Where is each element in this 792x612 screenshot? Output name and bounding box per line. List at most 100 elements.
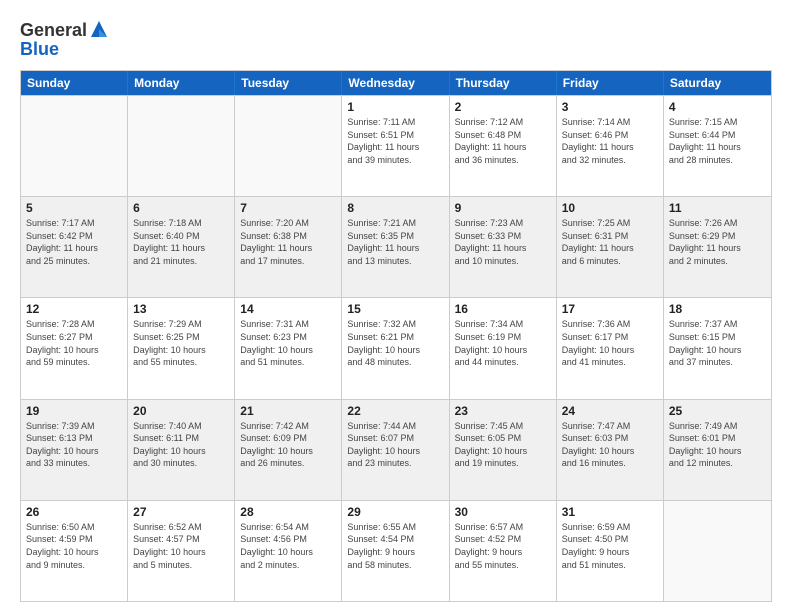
cell-info: Sunrise: 6:59 AM Sunset: 4:50 PM Dayligh… — [562, 521, 658, 571]
cell-info: Sunrise: 7:40 AM Sunset: 6:11 PM Dayligh… — [133, 420, 229, 470]
calendar-cell-0-0 — [21, 96, 128, 196]
calendar-cell-4-4: 30 Sunrise: 6:57 AM Sunset: 4:52 PM Dayli… — [450, 501, 557, 601]
calendar-header-friday: Friday — [557, 71, 664, 95]
cell-info: Sunrise: 7:34 AM Sunset: 6:19 PM Dayligh… — [455, 318, 551, 368]
cell-info: Sunrise: 7:25 AM Sunset: 6:31 PM Dayligh… — [562, 217, 658, 267]
calendar-cell-2-0: 12 Sunrise: 7:28 AM Sunset: 6:27 PM Dayli… — [21, 298, 128, 398]
cell-info: Sunrise: 7:11 AM Sunset: 6:51 PM Dayligh… — [347, 116, 443, 166]
cell-info: Sunrise: 6:57 AM Sunset: 4:52 PM Dayligh… — [455, 521, 551, 571]
day-number: 4 — [669, 100, 766, 114]
calendar-cell-3-1: 20 Sunrise: 7:40 AM Sunset: 6:11 PM Dayli… — [128, 400, 235, 500]
logo-icon — [89, 19, 109, 41]
calendar-cell-2-2: 14 Sunrise: 7:31 AM Sunset: 6:23 PM Dayli… — [235, 298, 342, 398]
calendar: SundayMondayTuesdayWednesdayThursdayFrid… — [20, 70, 772, 602]
calendar-cell-0-4: 2 Sunrise: 7:12 AM Sunset: 6:48 PM Daylig… — [450, 96, 557, 196]
day-number: 20 — [133, 404, 229, 418]
calendar-header-thursday: Thursday — [450, 71, 557, 95]
calendar-cell-0-6: 4 Sunrise: 7:15 AM Sunset: 6:44 PM Daylig… — [664, 96, 771, 196]
calendar-cell-4-2: 28 Sunrise: 6:54 AM Sunset: 4:56 PM Dayli… — [235, 501, 342, 601]
calendar-cell-4-3: 29Sunrise: 6:55 AM Sunset: 4:54 PM Dayli… — [342, 501, 449, 601]
calendar-cell-1-3: 8Sunrise: 7:21 AM Sunset: 6:35 PM Daylig… — [342, 197, 449, 297]
calendar-row-3: 19Sunrise: 7:39 AM Sunset: 6:13 PM Dayli… — [21, 399, 771, 500]
calendar-header-monday: Monday — [128, 71, 235, 95]
calendar-cell-4-6 — [664, 501, 771, 601]
day-number: 6 — [133, 201, 229, 215]
calendar-cell-1-6: 11 Sunrise: 7:26 AM Sunset: 6:29 PM Dayli… — [664, 197, 771, 297]
calendar-cell-3-5: 24Sunrise: 7:47 AM Sunset: 6:03 PM Dayli… — [557, 400, 664, 500]
cell-info: Sunrise: 7:14 AM Sunset: 6:46 PM Dayligh… — [562, 116, 658, 166]
day-number: 16 — [455, 302, 551, 316]
cell-info: Sunrise: 7:17 AM Sunset: 6:42 PM Dayligh… — [26, 217, 122, 267]
calendar-cell-1-4: 9 Sunrise: 7:23 AM Sunset: 6:33 PM Daylig… — [450, 197, 557, 297]
day-number: 11 — [669, 201, 766, 215]
calendar-cell-2-4: 16 Sunrise: 7:34 AM Sunset: 6:19 PM Dayli… — [450, 298, 557, 398]
calendar-cell-2-1: 13 Sunrise: 7:29 AM Sunset: 6:25 PM Dayli… — [128, 298, 235, 398]
calendar-cell-3-2: 21 Sunrise: 7:42 AM Sunset: 6:09 PM Dayli… — [235, 400, 342, 500]
cell-info: Sunrise: 6:54 AM Sunset: 4:56 PM Dayligh… — [240, 521, 336, 571]
calendar-cell-1-0: 5 Sunrise: 7:17 AM Sunset: 6:42 PM Daylig… — [21, 197, 128, 297]
day-number: 9 — [455, 201, 551, 215]
day-number: 27 — [133, 505, 229, 519]
calendar-cell-1-5: 10 Sunrise: 7:25 AM Sunset: 6:31 PM Dayli… — [557, 197, 664, 297]
calendar-cell-0-2 — [235, 96, 342, 196]
calendar-header-saturday: Saturday — [664, 71, 771, 95]
calendar-cell-0-5: 3 Sunrise: 7:14 AM Sunset: 6:46 PM Daylig… — [557, 96, 664, 196]
calendar-row-2: 12 Sunrise: 7:28 AM Sunset: 6:27 PM Dayli… — [21, 297, 771, 398]
cell-info: Sunrise: 7:20 AM Sunset: 6:38 PM Dayligh… — [240, 217, 336, 267]
cell-info: Sunrise: 7:23 AM Sunset: 6:33 PM Dayligh… — [455, 217, 551, 267]
calendar-header-wednesday: Wednesday — [342, 71, 449, 95]
day-number: 17 — [562, 302, 658, 316]
cell-info: Sunrise: 7:49 AM Sunset: 6:01 PM Dayligh… — [669, 420, 766, 470]
cell-info: Sunrise: 7:12 AM Sunset: 6:48 PM Dayligh… — [455, 116, 551, 166]
day-number: 5 — [26, 201, 122, 215]
cell-info: Sunrise: 7:18 AM Sunset: 6:40 PM Dayligh… — [133, 217, 229, 267]
calendar-cell-2-6: 18Sunrise: 7:37 AM Sunset: 6:15 PM Dayli… — [664, 298, 771, 398]
calendar-cell-3-3: 22 Sunrise: 7:44 AM Sunset: 6:07 PM Dayli… — [342, 400, 449, 500]
logo-blue-text: Blue — [20, 39, 109, 60]
day-number: 24 — [562, 404, 658, 418]
cell-info: Sunrise: 7:44 AM Sunset: 6:07 PM Dayligh… — [347, 420, 443, 470]
cell-info: Sunrise: 7:39 AM Sunset: 6:13 PM Dayligh… — [26, 420, 122, 470]
calendar-cell-4-1: 27 Sunrise: 6:52 AM Sunset: 4:57 PM Dayli… — [128, 501, 235, 601]
day-number: 12 — [26, 302, 122, 316]
cell-info: Sunrise: 7:26 AM Sunset: 6:29 PM Dayligh… — [669, 217, 766, 267]
day-number: 2 — [455, 100, 551, 114]
cell-info: Sunrise: 7:15 AM Sunset: 6:44 PM Dayligh… — [669, 116, 766, 166]
day-number: 3 — [562, 100, 658, 114]
calendar-cell-1-2: 7Sunrise: 7:20 AM Sunset: 6:38 PM Daylig… — [235, 197, 342, 297]
cell-info: Sunrise: 7:42 AM Sunset: 6:09 PM Dayligh… — [240, 420, 336, 470]
cell-info: Sunrise: 7:29 AM Sunset: 6:25 PM Dayligh… — [133, 318, 229, 368]
cell-info: Sunrise: 7:45 AM Sunset: 6:05 PM Dayligh… — [455, 420, 551, 470]
calendar-header-row: SundayMondayTuesdayWednesdayThursdayFrid… — [21, 71, 771, 95]
calendar-cell-3-6: 25Sunrise: 7:49 AM Sunset: 6:01 PM Dayli… — [664, 400, 771, 500]
day-number: 10 — [562, 201, 658, 215]
day-number: 28 — [240, 505, 336, 519]
day-number: 8 — [347, 201, 443, 215]
calendar-header-sunday: Sunday — [21, 71, 128, 95]
day-number: 21 — [240, 404, 336, 418]
day-number: 13 — [133, 302, 229, 316]
calendar-row-0: 1Sunrise: 7:11 AM Sunset: 6:51 PM Daylig… — [21, 95, 771, 196]
calendar-row-4: 26Sunrise: 6:50 AM Sunset: 4:59 PM Dayli… — [21, 500, 771, 601]
cell-info: Sunrise: 7:28 AM Sunset: 6:27 PM Dayligh… — [26, 318, 122, 368]
page: General Blue SundayMondayTuesdayWednesda… — [0, 0, 792, 612]
day-number: 18 — [669, 302, 766, 316]
calendar-cell-2-3: 15 Sunrise: 7:32 AM Sunset: 6:21 PM Dayli… — [342, 298, 449, 398]
cell-info: Sunrise: 7:32 AM Sunset: 6:21 PM Dayligh… — [347, 318, 443, 368]
calendar-cell-4-0: 26Sunrise: 6:50 AM Sunset: 4:59 PM Dayli… — [21, 501, 128, 601]
header: General Blue — [20, 16, 772, 60]
calendar-cell-2-5: 17Sunrise: 7:36 AM Sunset: 6:17 PM Dayli… — [557, 298, 664, 398]
calendar-row-1: 5 Sunrise: 7:17 AM Sunset: 6:42 PM Daylig… — [21, 196, 771, 297]
cell-info: Sunrise: 6:52 AM Sunset: 4:57 PM Dayligh… — [133, 521, 229, 571]
cell-info: Sunrise: 7:31 AM Sunset: 6:23 PM Dayligh… — [240, 318, 336, 368]
calendar-cell-0-3: 1Sunrise: 7:11 AM Sunset: 6:51 PM Daylig… — [342, 96, 449, 196]
day-number: 31 — [562, 505, 658, 519]
day-number: 30 — [455, 505, 551, 519]
logo-general-text: General — [20, 20, 87, 41]
cell-info: Sunrise: 6:50 AM Sunset: 4:59 PM Dayligh… — [26, 521, 122, 571]
day-number: 14 — [240, 302, 336, 316]
day-number: 15 — [347, 302, 443, 316]
day-number: 22 — [347, 404, 443, 418]
calendar-cell-3-4: 23Sunrise: 7:45 AM Sunset: 6:05 PM Dayli… — [450, 400, 557, 500]
cell-info: Sunrise: 6:55 AM Sunset: 4:54 PM Dayligh… — [347, 521, 443, 571]
